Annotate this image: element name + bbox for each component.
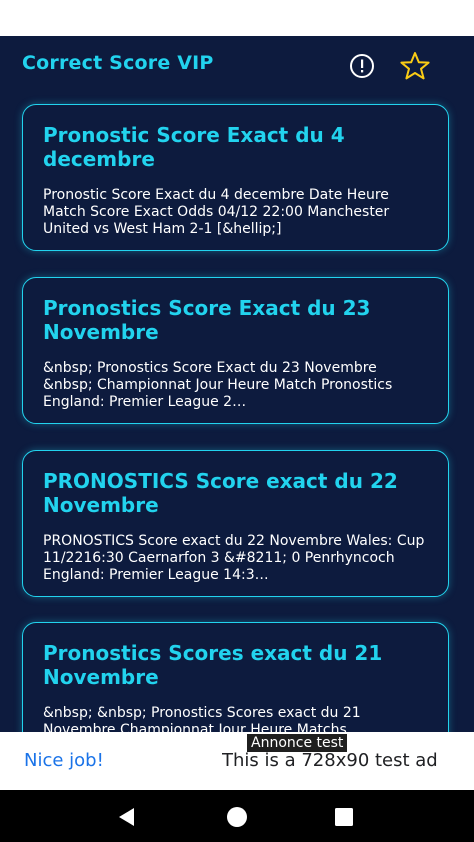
app-bar: Correct Score VIP: [0, 36, 474, 94]
post-excerpt: &nbsp; Pronostics Score Exact du 23 Nove…: [43, 360, 393, 410]
favorite-button[interactable]: [398, 50, 432, 82]
recent-apps-square-icon[interactable]: [334, 807, 354, 827]
post-excerpt: PRONOSTICS Score exact du 22 Novembre Wa…: [43, 533, 425, 583]
status-bar: [0, 0, 474, 36]
post-card[interactable]: Pronostics Scores exact du 21 Novembre &…: [22, 622, 449, 732]
ad-banner[interactable]: Annonce test Nice job! This is a 728x90 …: [0, 732, 474, 790]
post-card[interactable]: Pronostics Score Exact du 23 Novembre &n…: [22, 277, 449, 424]
home-circle-icon[interactable]: [226, 806, 248, 828]
ad-right-text[interactable]: This is a 728x90 test ad: [222, 750, 474, 772]
info-button[interactable]: [348, 52, 376, 80]
back-triangle-icon[interactable]: [116, 806, 138, 828]
post-card[interactable]: Pronostic Score Exact du 4 decembre Pron…: [22, 104, 449, 251]
post-title: Pronostics Scores exact du 21 Novembre: [43, 641, 383, 689]
info-circle-icon: [350, 54, 374, 78]
ad-left-text[interactable]: Nice job!: [24, 750, 104, 772]
post-title: Pronostic Score Exact du 4 decembre: [43, 123, 345, 171]
post-title: PRONOSTICS Score exact du 22 Novembre: [43, 469, 398, 517]
post-excerpt: &nbsp; &nbsp; Pronostics Scores exact du…: [43, 705, 361, 732]
app-screen: Correct Score VIP Pronostic Score Exact …: [0, 36, 474, 732]
system-nav-bar: [0, 790, 474, 842]
app-title: Correct Score VIP: [22, 52, 214, 74]
post-card[interactable]: PRONOSTICS Score exact du 22 Novembre PR…: [22, 450, 449, 597]
post-title: Pronostics Score Exact du 23 Novembre: [43, 296, 371, 344]
post-excerpt: Pronostic Score Exact du 4 decembre Date…: [43, 187, 390, 237]
star-outline-icon: [400, 52, 430, 80]
